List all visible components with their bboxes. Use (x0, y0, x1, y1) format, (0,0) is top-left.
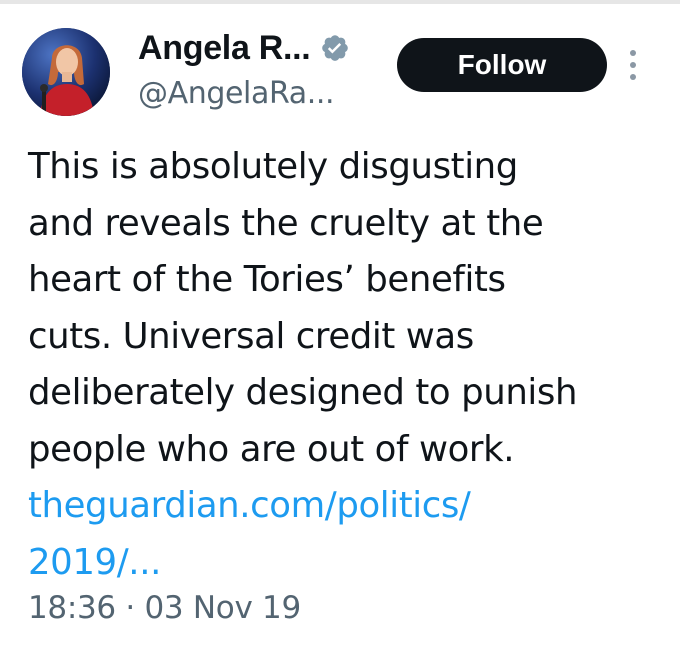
avatar[interactable] (22, 28, 110, 116)
tweet-line: cuts. Universal credit was (28, 315, 474, 357)
verified-badge-icon (320, 33, 350, 63)
top-divider (0, 0, 680, 4)
tweet-text: This is absolutely disgusting and reveal… (28, 139, 668, 591)
author-block: Angela R... @AngelaRa... (138, 26, 350, 111)
author-handle[interactable]: @AngelaRa... (138, 76, 350, 111)
tweet-line: This is absolutely disgusting (28, 146, 518, 187)
tweet-line: heart of the Tories’ benefits (28, 259, 506, 300)
more-options-vertical-icon[interactable] (626, 48, 640, 82)
follow-button[interactable]: Follow (397, 38, 607, 92)
display-name[interactable]: Angela R... (138, 29, 311, 68)
tweet-timestamp[interactable]: 18:36 · 03 Nov 19 (28, 590, 301, 626)
article-link[interactable]: theguardian.com/politics/ (28, 478, 668, 535)
tweet-line: people who are out of work. (28, 428, 515, 470)
tweet-line: and reveals the cruelty at the (28, 202, 544, 244)
article-link[interactable]: 2019/... (28, 535, 668, 592)
tweet-line: deliberately designed to punish (28, 372, 578, 413)
display-name-row: Angela R... (138, 26, 350, 70)
profile-photo (22, 28, 110, 116)
